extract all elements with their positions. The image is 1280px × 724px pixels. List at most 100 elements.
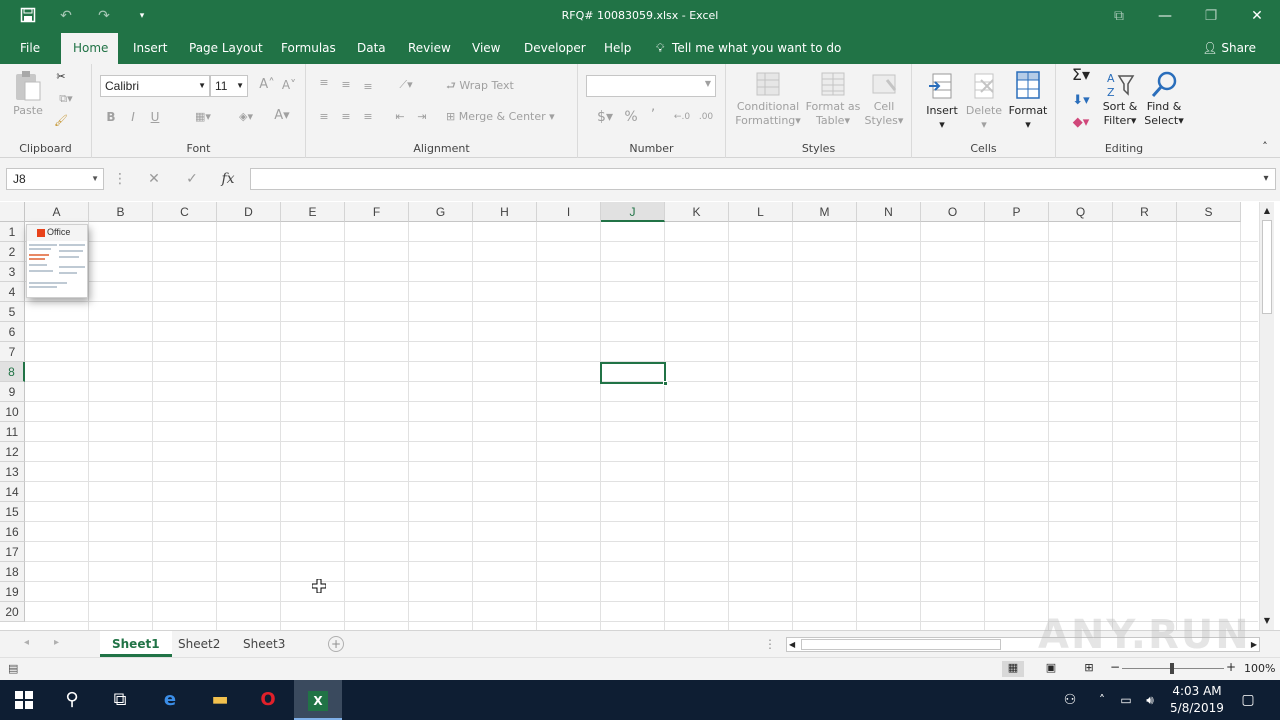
add-sheet-icon[interactable]: + (328, 636, 344, 652)
increase-font-icon[interactable]: A˄ (258, 78, 276, 92)
currency-button[interactable]: $▾ (592, 110, 618, 124)
enter-entry-button[interactable]: ✓ (178, 168, 206, 190)
fill-handle[interactable] (663, 381, 668, 386)
font-color-icon[interactable]: A▾ (268, 109, 296, 123)
page-layout-view-icon[interactable]: ▣ (1040, 661, 1062, 674)
file-explorer-icon[interactable]: ▬ (196, 680, 244, 720)
decrease-font-icon[interactable]: A˅ (280, 78, 298, 92)
row-header-18[interactable]: 18 (0, 562, 25, 582)
row-header-7[interactable]: 7 (0, 342, 25, 362)
row-header-11[interactable]: 11 (0, 422, 25, 442)
increase-indent-icon[interactable]: ⇥ (414, 110, 430, 124)
vertical-scrollbar[interactable]: ▲ ▼ (1259, 202, 1274, 630)
prev-sheet-icon[interactable]: ◂ (24, 637, 29, 648)
scroll-left-icon[interactable]: ◀ (789, 638, 795, 651)
tell-me-search[interactable]: 💡︎ Tell me what you want to do (656, 33, 841, 64)
cell-area[interactable] (25, 222, 1258, 630)
opera-icon[interactable]: O (244, 680, 292, 720)
tab-file[interactable]: File (8, 33, 52, 64)
edge-icon[interactable]: e (146, 680, 194, 720)
tab-data[interactable]: Data (345, 33, 398, 64)
column-header-d[interactable]: D (217, 202, 281, 222)
decrease-decimal-icon[interactable]: .00 (696, 110, 716, 124)
paste-button[interactable]: Paste (10, 70, 46, 118)
next-sheet-icon[interactable]: ▸ (54, 637, 59, 648)
column-header-e[interactable]: E (281, 202, 345, 222)
tab-split-handle[interactable]: ⋮ (764, 637, 776, 651)
format-as-table-button[interactable]: Format as Table▾ (804, 70, 862, 128)
zoom-slider-thumb[interactable] (1170, 663, 1174, 674)
row-header-13[interactable]: 13 (0, 462, 25, 482)
delete-cells-button[interactable]: Delete ▾ (962, 70, 1006, 132)
find-select-button[interactable]: Find & Select▾ (1142, 70, 1186, 128)
ribbon-display-icon[interactable]: ⧉ (1096, 0, 1142, 33)
conditional-formatting-button[interactable]: Conditional Formatting▾ (732, 70, 804, 128)
customize-qat-icon[interactable]: ▾ (132, 7, 152, 25)
scroll-up-icon[interactable]: ▲ (1260, 204, 1274, 218)
page-break-view-icon[interactable]: ⊞ (1078, 661, 1100, 674)
column-header-f[interactable]: F (345, 202, 409, 222)
column-header-b[interactable]: B (89, 202, 153, 222)
zoom-level[interactable]: 100% (1244, 662, 1275, 675)
row-header-1[interactable]: 1 (0, 222, 25, 242)
decrease-indent-icon[interactable]: ⇤ (392, 110, 408, 124)
redo-icon[interactable]: ↷ (94, 7, 114, 25)
increase-decimal-icon[interactable]: ←.0 (672, 110, 692, 124)
scroll-down-icon[interactable]: ▼ (1260, 614, 1274, 628)
horizontal-scroll-thumb[interactable] (801, 639, 1001, 650)
insert-cells-button[interactable]: Insert ▾ (920, 70, 964, 132)
tab-help[interactable]: Help (592, 33, 643, 64)
sheet-tab-sheet1[interactable]: Sheet1 (100, 631, 172, 657)
align-center-icon[interactable]: ≡ (338, 110, 354, 124)
row-header-2[interactable]: 2 (0, 242, 25, 262)
row-header-20[interactable]: 20 (0, 602, 25, 622)
bold-button[interactable]: B (104, 110, 118, 124)
row-header-8[interactable]: 8 (0, 362, 25, 382)
normal-view-icon[interactable]: ▦ (1002, 661, 1024, 677)
column-header-h[interactable]: H (473, 202, 537, 222)
tab-page-layout[interactable]: Page Layout (177, 33, 275, 64)
tab-view[interactable]: View (460, 33, 512, 64)
system-clock[interactable]: 4:03 AM 5/8/2019 (1162, 683, 1232, 717)
column-header-o[interactable]: O (921, 202, 985, 222)
column-header-i[interactable]: I (537, 202, 601, 222)
align-right-icon[interactable]: ≡ (360, 110, 376, 124)
column-header-j[interactable]: J (601, 202, 665, 222)
cut-icon[interactable]: ✂ (52, 70, 70, 84)
formula-input[interactable] (250, 168, 1276, 190)
percent-button[interactable]: % (622, 110, 640, 124)
number-format-select[interactable]: ▼ (586, 75, 716, 97)
task-view-icon[interactable]: ⧉ (96, 680, 144, 720)
middle-align-icon[interactable]: ≡ (338, 78, 354, 92)
tab-insert[interactable]: Insert (121, 33, 179, 64)
active-cell-j8[interactable] (600, 362, 668, 386)
row-header-15[interactable]: 15 (0, 502, 25, 522)
comma-button[interactable]: ’ (646, 108, 660, 122)
share-button[interactable]: 👤︎ Share (1202, 33, 1256, 64)
align-left-icon[interactable]: ≡ (316, 110, 332, 124)
column-header-m[interactable]: M (793, 202, 857, 222)
row-header-14[interactable]: 14 (0, 482, 25, 502)
row-header-17[interactable]: 17 (0, 542, 25, 562)
row-header-12[interactable]: 12 (0, 442, 25, 462)
scroll-right-icon[interactable]: ▶ (1251, 638, 1257, 651)
expand-formula-icon[interactable]: ▾ (1252, 168, 1280, 190)
start-icon[interactable] (0, 680, 48, 720)
embedded-office-image[interactable]: Office (26, 224, 88, 298)
orientation-icon[interactable]: ⟋▾ (392, 78, 420, 92)
zoom-out-button[interactable]: − (1110, 660, 1120, 674)
volume-icon[interactable]: 🔊︎ (1138, 680, 1162, 720)
row-header-5[interactable]: 5 (0, 302, 25, 322)
show-hidden-icons[interactable]: ˄ (1090, 680, 1114, 720)
insert-function-button[interactable]: fx (214, 168, 242, 190)
row-header-3[interactable]: 3 (0, 262, 25, 282)
format-cells-button[interactable]: Format ▾ (1006, 68, 1050, 132)
row-header-10[interactable]: 10 (0, 402, 25, 422)
network-icon[interactable]: ▭ (1114, 680, 1138, 720)
underline-button[interactable]: U (148, 110, 162, 124)
autosum-icon[interactable]: Σ▾ (1066, 67, 1096, 83)
save-icon[interactable] (18, 7, 38, 25)
clear-icon[interactable]: ◆▾ (1066, 116, 1096, 130)
column-header-s[interactable]: S (1177, 202, 1241, 222)
wrap-text-button[interactable]: ⮐ Wrap Text (446, 79, 514, 93)
